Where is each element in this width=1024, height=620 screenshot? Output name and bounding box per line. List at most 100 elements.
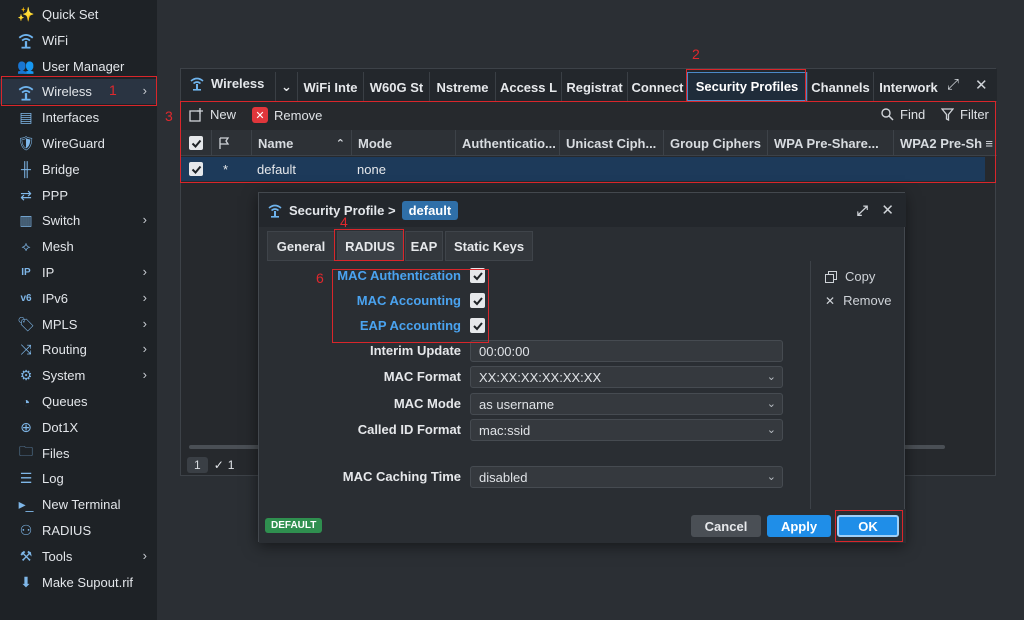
sort-up-icon: ⌃ bbox=[335, 137, 345, 150]
sidebar-item-ipv6[interactable]: v6 IPv6 › bbox=[0, 286, 157, 311]
column-header[interactable]: Name ⌃ bbox=[251, 130, 351, 156]
close-icon[interactable]: ✕ bbox=[881, 201, 894, 219]
chevron-right-icon: › bbox=[142, 341, 147, 357]
tab-general[interactable]: General bbox=[267, 231, 335, 261]
mac-format-value: XX:XX:XX:XX:XX:XX bbox=[479, 369, 602, 385]
filter-label: Filter bbox=[960, 107, 989, 122]
remove-button[interactable]: ✕ Remove bbox=[252, 107, 322, 123]
sidebar-item-ip[interactable]: IP IP › bbox=[0, 260, 157, 285]
sidebar-item-label: RADIUS bbox=[42, 523, 92, 538]
queues-icon: ◔ bbox=[21, 393, 31, 410]
column-header-label: WPA2 Pre-Sh bbox=[900, 135, 983, 151]
expand-icon[interactable]: ⤢ bbox=[947, 76, 959, 93]
interim-update-label: Interim Update bbox=[369, 343, 461, 358]
mac-accounting-checkbox[interactable] bbox=[470, 293, 485, 308]
sidebar-item-label: Quick Set bbox=[42, 7, 99, 22]
annotation-number-6: 6 bbox=[316, 270, 324, 286]
sidebar-item-wireguard[interactable]: 🛡 WireGuard bbox=[0, 131, 157, 156]
sidebar-item-mesh[interactable]: ⟡ Mesh bbox=[0, 234, 157, 259]
table-row[interactable]: * default none bbox=[181, 157, 985, 181]
sidebar-item-label: Routing bbox=[42, 342, 87, 358]
column-header-label: Mode bbox=[358, 135, 392, 151]
tab-w60g-st[interactable]: W60G St bbox=[363, 72, 429, 102]
select-all-checkbox[interactable] bbox=[181, 130, 211, 156]
dialog-tabs: General RADIUS EAP Static Keys bbox=[259, 229, 906, 261]
sidebar-item-new-terminal[interactable]: ▸_ New Terminal bbox=[0, 492, 157, 517]
sidebar-item-system[interactable]: ⚙ System › bbox=[0, 363, 157, 388]
column-header[interactable]: Unicast Ciph... bbox=[559, 130, 663, 156]
column-header[interactable]: Authenticatio... bbox=[455, 130, 559, 156]
tab-registrat[interactable]: Registrat bbox=[561, 72, 627, 102]
sidebar-item-files[interactable]: 🗀 Files bbox=[0, 441, 157, 466]
ok-button[interactable]: OK bbox=[837, 515, 899, 537]
remove-button[interactable]: ✕ Remove bbox=[825, 293, 891, 308]
cancel-button[interactable]: Cancel bbox=[691, 515, 761, 537]
sidebar-item-make-supout-rif[interactable]: ⬇ Make Supout.rif bbox=[0, 570, 157, 595]
column-header[interactable]: WPA2 Pre-Sh ≡ bbox=[893, 130, 997, 156]
apply-button[interactable]: Apply bbox=[767, 515, 831, 537]
sidebar-item-dot1x[interactable]: ⊕ Dot1X bbox=[0, 415, 157, 440]
tabs-dropdown-button[interactable]: ⌄ bbox=[275, 72, 297, 102]
tab-interwork[interactable]: Interwork bbox=[873, 72, 943, 102]
called-id-format-select[interactable]: mac:ssid ⌄ bbox=[470, 419, 783, 441]
filter-button[interactable]: Filter bbox=[941, 107, 989, 122]
column-header[interactable]: Mode bbox=[351, 130, 455, 156]
tab-connect[interactable]: Connect bbox=[627, 72, 687, 102]
close-icon[interactable]: ✕ bbox=[975, 76, 988, 94]
sidebar-item-mpls[interactable]: 🏷 MPLS › bbox=[0, 312, 157, 337]
mac-mode-select[interactable]: as username ⌄ bbox=[470, 393, 783, 415]
called-id-format-label: Called ID Format bbox=[357, 422, 461, 437]
mac-format-select[interactable]: XX:XX:XX:XX:XX:XX ⌄ bbox=[470, 366, 783, 388]
tab-security-profiles[interactable]: Security Profiles bbox=[687, 72, 807, 102]
column-header[interactable]: WPA Pre-Share... bbox=[767, 130, 893, 156]
sidebar-item-queues[interactable]: ◔ Queues bbox=[0, 389, 157, 414]
interim-update-input[interactable]: 00:00:00 bbox=[470, 340, 783, 362]
sidebar-item-radius[interactable]: ⚇ RADIUS bbox=[0, 518, 157, 543]
flag-column[interactable] bbox=[211, 130, 251, 156]
sidebar-item-user-manager[interactable]: 👥 User Manager bbox=[0, 54, 157, 79]
find-label: Find bbox=[900, 107, 926, 122]
mac-format-label: MAC Format bbox=[383, 369, 461, 384]
supout-icon: ⬇ bbox=[20, 573, 32, 590]
mac-authentication-checkbox[interactable] bbox=[470, 268, 485, 283]
eap-accounting-checkbox[interactable] bbox=[470, 318, 485, 333]
sidebar-item-interfaces[interactable]: ▤ Interfaces bbox=[0, 105, 157, 130]
sidebar-item-bridge[interactable]: ╫ Bridge bbox=[0, 157, 157, 182]
eap-accounting-label: EAP Accounting bbox=[359, 318, 461, 333]
sidebar-item-wireless[interactable]: Wireless › bbox=[0, 79, 157, 105]
tab-channels[interactable]: Channels bbox=[807, 72, 873, 102]
mac-caching-time-value: disabled bbox=[479, 469, 528, 485]
new-button[interactable]: New bbox=[189, 107, 236, 122]
dialog-title-bar: Security Profile > default ⤢ ✕ bbox=[259, 193, 906, 227]
find-button[interactable]: Find bbox=[881, 107, 925, 122]
tools-icon: ⚒ bbox=[19, 547, 33, 564]
tab-nstreme[interactable]: Nstreme bbox=[429, 72, 495, 102]
sidebar-item-log[interactable]: ☰ Log bbox=[0, 466, 157, 491]
row-checkbox[interactable] bbox=[181, 157, 211, 181]
sidebar-item-wifi[interactable]: WiFi bbox=[0, 28, 157, 53]
sidebar-item-ppp[interactable]: ⇄ PPP bbox=[0, 183, 157, 208]
interfaces-icon: ▤ bbox=[19, 109, 33, 126]
expand-icon[interactable]: ⤢ bbox=[857, 202, 868, 219]
radius-icon: ⚇ bbox=[19, 522, 33, 538]
sidebar-item-routing[interactable]: ⤨ Routing › bbox=[0, 337, 157, 362]
chevron-right-icon: › bbox=[142, 547, 147, 563]
column-header[interactable]: Group Ciphers bbox=[663, 130, 767, 156]
sidebar-item-switch[interactable]: ▥ Switch › bbox=[0, 208, 157, 233]
copy-button[interactable]: Copy bbox=[825, 269, 875, 284]
ip-icon: IP bbox=[21, 267, 31, 278]
tab-eap[interactable]: EAP bbox=[405, 231, 443, 261]
mac-caching-time-select[interactable]: disabled ⌄ bbox=[470, 466, 783, 488]
sidebar-item-quick-set[interactable]: ✨ Quick Set bbox=[0, 2, 157, 27]
columns-menu-icon[interactable]: ≡ bbox=[985, 136, 993, 151]
called-id-format-value: mac:ssid bbox=[479, 422, 531, 438]
sidebar-item-label: Files bbox=[42, 445, 70, 461]
tab-static-keys[interactable]: Static Keys bbox=[445, 231, 533, 261]
chevron-down-icon: ⌄ bbox=[766, 371, 776, 383]
sidebar-item-tools[interactable]: ⚒ Tools › bbox=[0, 544, 157, 569]
tab-radius[interactable]: RADIUS bbox=[337, 231, 403, 261]
tab-access-l[interactable]: Access L bbox=[495, 72, 561, 102]
mac-caching-time-label: MAC Caching Time bbox=[342, 469, 461, 484]
sidebar-item-label: Queues bbox=[42, 394, 88, 409]
tab-wifi-inte[interactable]: WiFi Inte bbox=[297, 72, 363, 102]
